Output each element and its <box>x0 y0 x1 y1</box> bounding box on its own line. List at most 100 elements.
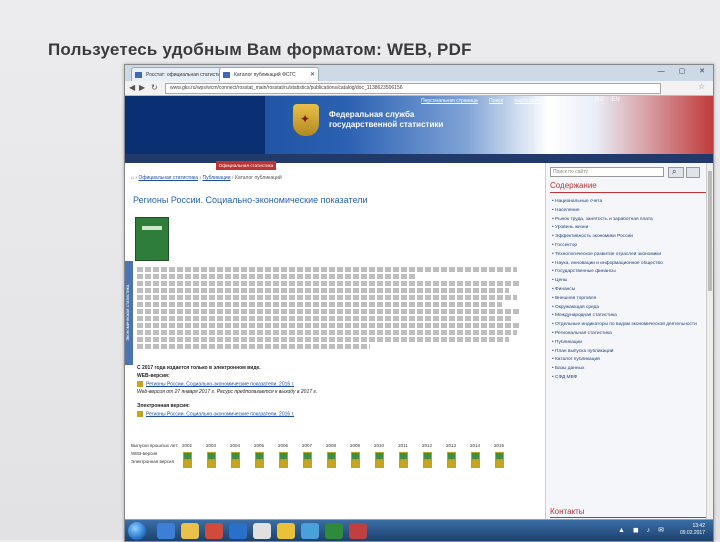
pdf-year-icon[interactable] <box>351 460 360 468</box>
pdf-year-icon[interactable] <box>375 460 384 468</box>
sidebar-item[interactable]: Отдельные индикаторы по видам экономичес… <box>552 322 712 328</box>
electronic-version-link[interactable]: Регионы России. Социально-экономические … <box>146 411 294 417</box>
lang-en[interactable]: EN <box>611 97 619 103</box>
pdf-year-icon[interactable] <box>183 460 192 468</box>
right-sidebar: Поиск по сайту Содержание Национальные с… <box>545 163 713 526</box>
tab-label: Каталог публикаций ФСГС <box>234 72 296 78</box>
search-input[interactable]: Поиск по сайту <box>550 167 664 177</box>
refresh-icon[interactable]: ↻ <box>151 83 158 92</box>
web-version-title: WEB-версия: <box>137 373 170 379</box>
sidebar-item[interactable]: Наука, инновации и информационное общест… <box>552 261 712 267</box>
ie-taskbar-icon[interactable] <box>157 523 175 539</box>
scroll-thumb[interactable] <box>708 171 712 291</box>
pdf-year-icon[interactable] <box>207 460 216 468</box>
url-field[interactable]: www.gks.ru/wps/wcm/connect/rosstat_main/… <box>165 83 661 94</box>
excel-taskbar-icon[interactable] <box>325 523 343 539</box>
sidebar-item[interactable]: Рынок труда, занятость и заработная плат… <box>552 217 712 223</box>
breadcrumb-official-statistics[interactable]: Официальная статистика <box>138 175 198 181</box>
sidebar-item[interactable]: Национальные счета <box>552 199 712 205</box>
vertical-category-label: Экономическая статистика <box>125 284 130 342</box>
nav-item-home[interactable]: Главная <box>125 161 148 170</box>
sidebar-item[interactable]: Госсектор <box>552 243 712 249</box>
sidebar-item[interactable]: Публикации <box>552 340 712 346</box>
web-version-link[interactable]: Регионы России. Социально-экономические … <box>146 381 294 387</box>
skype-taskbar-icon[interactable] <box>301 523 319 539</box>
search-icon[interactable] <box>668 167 684 178</box>
top-link-personal[interactable]: Персональная страница <box>421 98 478 104</box>
sidebar-item[interactable]: Уровень жизни <box>552 225 712 231</box>
nav-item-respondents[interactable]: Информация для респондентов <box>281 161 355 170</box>
slide-title: Пользуетесь удобным Вам форматом: WEB, P… <box>48 40 472 59</box>
top-link-search[interactable]: Поиск <box>489 98 503 104</box>
bookmark-star-icon[interactable]: ☆ <box>698 82 705 91</box>
breadcrumb-publications[interactable]: Публикации <box>202 175 230 181</box>
pdf-year-icon[interactable] <box>423 460 432 468</box>
header-left-block <box>125 96 265 154</box>
sidebar-item[interactable]: Технологическое развитие отраслей эконом… <box>552 252 712 258</box>
year-header-cell: 2004 <box>229 443 240 448</box>
year-header-cell: 2015 <box>493 443 504 448</box>
pdf-year-icon[interactable] <box>279 460 288 468</box>
nav-item-procurement[interactable]: Госзакупки <box>360 161 389 170</box>
sidebar-item[interactable]: Региональная статистика <box>552 331 712 337</box>
year-header-cell: 2010 <box>373 443 384 448</box>
year-header-cell: 2012 <box>421 443 432 448</box>
pdf-year-icon[interactable] <box>447 460 456 468</box>
electronic-version-row: Регионы России. Социально-экономические … <box>137 411 294 417</box>
system-tray-icons[interactable]: ▲ ◼ ♪ ✉ <box>618 526 667 534</box>
years-electronic-row: Электронная версия <box>129 459 529 473</box>
pdf-year-icon[interactable] <box>255 460 264 468</box>
contents-divider <box>550 192 708 193</box>
pdf-year-icon[interactable] <box>327 460 336 468</box>
rosstat-emblem-icon[interactable] <box>293 104 319 136</box>
powerpoint-taskbar-icon[interactable] <box>205 523 223 539</box>
sidebar-item[interactable]: Международная статистика <box>552 313 712 319</box>
tab-label: Росстат: официальная статистика <box>146 72 226 78</box>
pdf-year-icon[interactable] <box>399 460 408 468</box>
pdf-year-icon[interactable] <box>495 460 504 468</box>
nav-item-cooperation[interactable]: Сотрудничество <box>393 161 434 170</box>
word-taskbar-icon[interactable] <box>229 523 247 539</box>
previous-years-table: Выпуски прошлых лет: 2002 2003 2004 2005 200… <box>129 443 529 473</box>
forward-icon[interactable]: ▶ <box>139 83 145 92</box>
acrobat-taskbar-icon[interactable] <box>349 523 367 539</box>
close-tab-icon[interactable]: ✕ <box>310 68 315 82</box>
pdf-year-icon[interactable] <box>231 460 240 468</box>
nav-item-about[interactable]: О Росстате <box>153 161 183 170</box>
sidebar-item[interactable]: Цены <box>552 278 712 284</box>
start-button-icon[interactable] <box>128 522 146 540</box>
sidebar-item[interactable]: План выпуска публикаций <box>552 349 712 355</box>
sidebar-item[interactable]: Государственные финансы <box>552 269 712 275</box>
sidebar-item[interactable]: Финансы <box>552 287 712 293</box>
sidebar-item[interactable]: Окружающая среда <box>552 305 712 311</box>
pdf-year-icon[interactable] <box>303 460 312 468</box>
window-controls[interactable]: — ▢ ✕ <box>658 67 711 75</box>
browser-tab-1[interactable]: Росстат: официальная статистика ✕ <box>131 67 231 82</box>
nav-item-news[interactable]: Новости <box>187 161 211 170</box>
sidebar-item[interactable]: СФД МВФ <box>552 375 712 381</box>
nav-item-media[interactable]: СМИ <box>438 161 454 170</box>
explorer-taskbar-icon[interactable] <box>181 523 199 539</box>
sidebar-item[interactable]: Эффективность экономики России <box>552 234 712 240</box>
back-icon[interactable]: ◀ <box>129 83 135 92</box>
year-header-cell: 2011 <box>398 443 408 448</box>
yandex-taskbar-icon[interactable] <box>253 523 271 539</box>
sidebar-item[interactable]: Население <box>552 208 712 214</box>
taskbar-clock[interactable]: 13:42 09.02.2017 <box>680 523 705 537</box>
browser-tab-2[interactable]: Каталог публикаций ФСГС ✕ <box>219 67 319 82</box>
top-link-sitemap[interactable]: Карта сайта <box>514 98 542 104</box>
search-options-button[interactable] <box>686 167 700 178</box>
sidebar-item[interactable]: Внешняя торговля <box>552 296 712 302</box>
nav-item-journal[interactable]: Журнал «Вопросы статистики» <box>459 161 531 170</box>
nav-item-official-statistics[interactable]: Официальная статистика <box>215 161 277 170</box>
sidebar-item[interactable]: Базы данных <box>552 366 712 372</box>
year-header-cell: 2013 <box>445 443 456 448</box>
pdf-year-icon[interactable] <box>471 460 480 468</box>
chrome-taskbar-icon[interactable] <box>277 523 295 539</box>
lang-ru[interactable]: RU <box>595 97 604 103</box>
sidebar-item[interactable]: Каталог публикаций <box>552 357 712 363</box>
year-header-cell: 2003 <box>205 443 216 448</box>
pdf-icon <box>137 411 143 417</box>
breadcrumb-catalog[interactable]: Каталог публикаций <box>235 175 282 181</box>
page-scrollbar[interactable] <box>706 163 713 519</box>
